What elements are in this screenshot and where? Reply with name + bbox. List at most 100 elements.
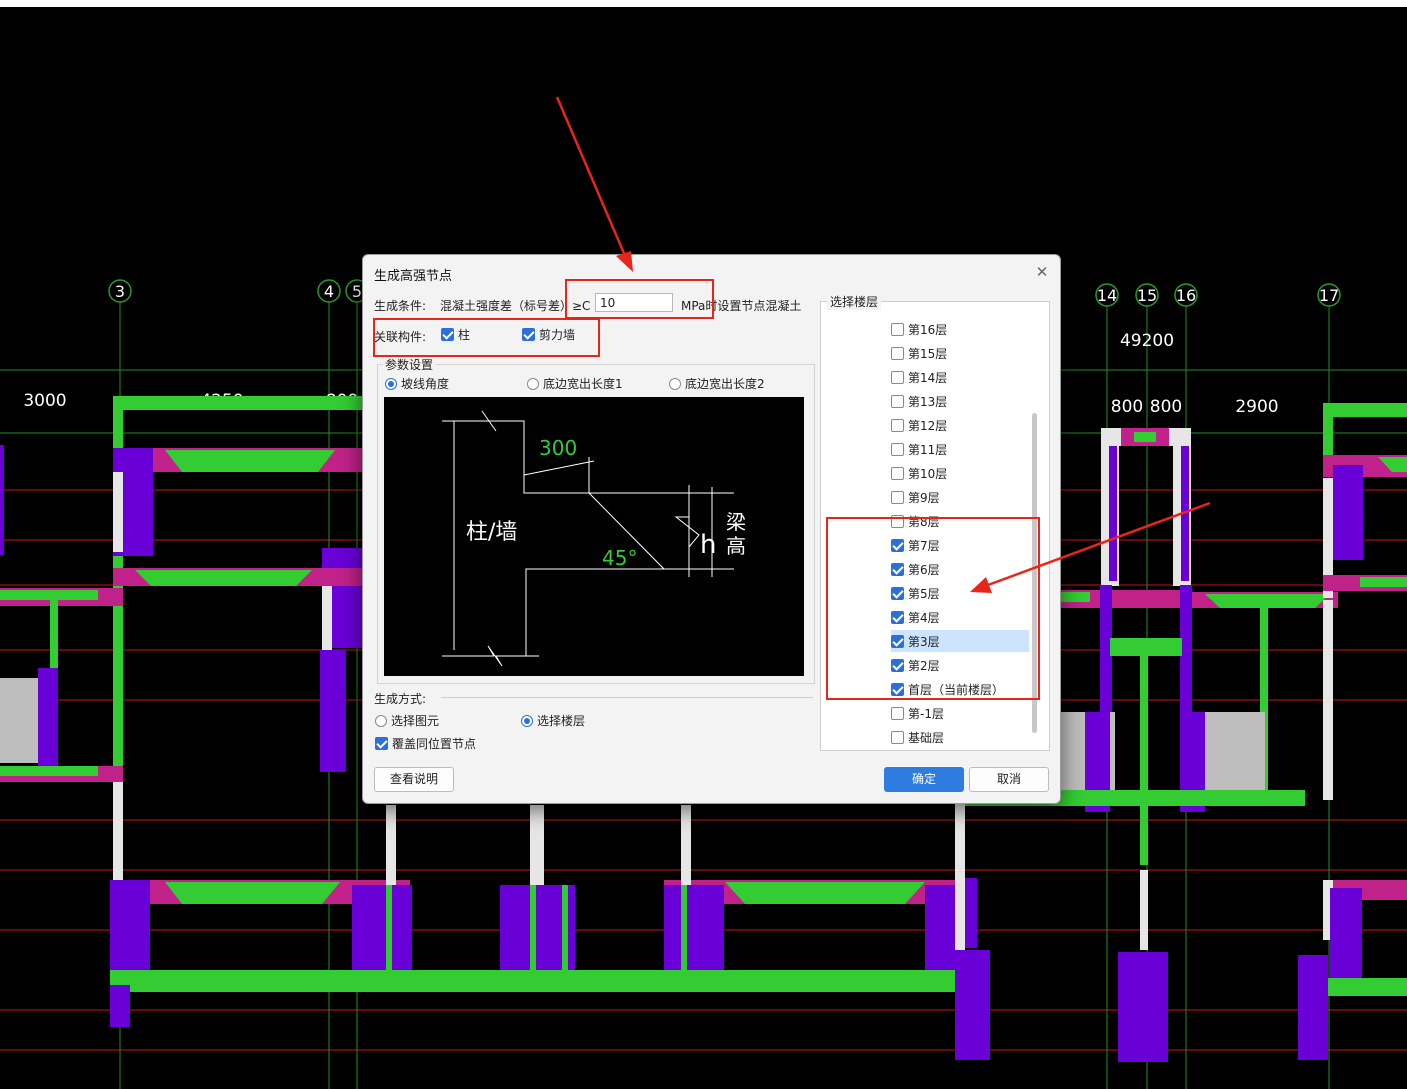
param-option-label: 底边宽出长度1 [543, 377, 623, 391]
radio-selected-icon [385, 377, 397, 390]
dimension-text: 49200 [1120, 331, 1174, 351]
axis-label: 14 [1097, 286, 1117, 305]
checkbox-checked-icon [522, 328, 535, 341]
cover-same-position-checkbox[interactable]: 覆盖同位置节点 [375, 735, 476, 752]
related-shearwall-checkbox[interactable]: 剪力墙 [522, 326, 575, 343]
dialog-title: 生成高强节点 [374, 269, 453, 284]
condition-label: 生成条件: [374, 299, 427, 313]
radio-unselected-icon [375, 714, 387, 727]
floor-item-label: 第16层 [908, 322, 948, 337]
radio-unselected-icon [527, 377, 539, 390]
dimension-text: 2900 [1235, 397, 1278, 417]
method-select-element[interactable]: 选择图元 [375, 712, 439, 729]
param-option-width2[interactable]: 底边宽出长度2 [669, 375, 765, 392]
related-shearwall-label: 剪力墙 [539, 328, 576, 342]
related-components-label: 关联构件: [374, 330, 427, 344]
floor-item[interactable]: 第16层 [891, 318, 1029, 340]
checkbox-unchecked-icon [891, 731, 904, 744]
condition-suffix: MPa时设置节点混凝土 [681, 299, 802, 313]
dimension-text: 800 [1150, 397, 1182, 417]
method-label: 生成方式: [374, 692, 427, 706]
related-column-checkbox[interactable]: 柱 [441, 326, 470, 343]
floor-item-label: 第13层 [908, 394, 948, 409]
related-column-label: 柱 [458, 328, 471, 342]
floor-item[interactable]: 首层（当前楼层） [891, 678, 1029, 700]
floor-item[interactable]: 第3层 [891, 630, 1029, 652]
floor-item[interactable]: 第-1层 [891, 702, 1029, 724]
node-parameter-diagram: 300 45° 柱/墙 h 梁 高 [384, 397, 804, 676]
floor-item-label: 第2层 [908, 658, 940, 673]
checkbox-unchecked-icon [891, 707, 904, 720]
method-select-floor[interactable]: 选择楼层 [521, 712, 585, 729]
floor-item[interactable]: 第14层 [891, 366, 1029, 388]
floor-item[interactable]: 第5层 [891, 582, 1029, 604]
axis-label: 4 [324, 282, 334, 301]
checkbox-checked-icon [891, 563, 904, 576]
floor-item-label: 第5层 [908, 586, 940, 601]
floor-item-label: 第11层 [908, 442, 948, 457]
diagram-column-wall: 柱/墙 [466, 520, 517, 545]
floor-item[interactable]: 第8层 [891, 510, 1029, 532]
axis-label: 17 [1319, 286, 1339, 305]
floor-item-label: 第15层 [908, 346, 948, 361]
strength-diff-input[interactable] [595, 293, 673, 312]
cancel-button[interactable]: 取消 [969, 767, 1049, 792]
method-option-label: 选择图元 [391, 714, 440, 728]
param-option-width1[interactable]: 底边宽出长度1 [527, 375, 623, 392]
checkbox-unchecked-icon [891, 443, 904, 456]
floor-item-label: 第7层 [908, 538, 940, 553]
floor-item-label: 首层（当前楼层） [908, 682, 1005, 697]
checkbox-unchecked-icon [891, 395, 904, 408]
checkbox-unchecked-icon [891, 323, 904, 336]
param-option-slope-angle[interactable]: 坡线角度 [385, 375, 449, 392]
floor-item[interactable]: 第11层 [891, 438, 1029, 460]
floor-item[interactable]: 第9层 [891, 486, 1029, 508]
floor-item-label: 第12层 [908, 418, 948, 433]
floor-item-label: 第4层 [908, 610, 940, 625]
ok-button[interactable]: 确定 [884, 767, 964, 792]
axis-label: 15 [1137, 286, 1157, 305]
checkbox-unchecked-icon [891, 491, 904, 504]
axis-label: 3 [115, 282, 125, 301]
floor-item[interactable]: 第2层 [891, 654, 1029, 676]
floor-item[interactable]: 第6层 [891, 558, 1029, 580]
axis-label: 16 [1176, 286, 1196, 305]
floor-list[interactable]: 第16层第15层第14层第13层第12层第11层第10层第9层第8层第7层第6层… [820, 301, 1050, 751]
param-option-label: 坡线角度 [401, 377, 450, 391]
dimension-text: 800 [1111, 397, 1143, 417]
floor-item[interactable]: 第7层 [891, 534, 1029, 556]
diagram-angle-45: 45° [602, 546, 637, 570]
checkbox-checked-icon [375, 737, 388, 750]
floor-item[interactable]: 第10层 [891, 462, 1029, 484]
checkbox-checked-icon [891, 539, 904, 552]
floor-item[interactable]: 第15层 [891, 342, 1029, 364]
floor-item-label: 第14层 [908, 370, 948, 385]
params-label: 参数设置 [383, 356, 436, 373]
floor-item-label: 第9层 [908, 490, 940, 505]
floor-item[interactable]: 第13层 [891, 390, 1029, 412]
checkbox-unchecked-icon [891, 515, 904, 528]
floor-item[interactable]: 第4层 [891, 606, 1029, 628]
checkbox-unchecked-icon [891, 371, 904, 384]
floor-item[interactable]: 基础层 [891, 726, 1029, 748]
checkbox-checked-icon [441, 328, 454, 341]
diagram-beam-height-2: 高 [726, 534, 746, 558]
checkbox-checked-icon [891, 587, 904, 600]
floor-list-scrollbar[interactable] [1032, 413, 1037, 733]
diagram-h: h [700, 530, 716, 560]
floor-item-label: 第6层 [908, 562, 940, 577]
floor-label: 选择楼层 [827, 293, 882, 310]
view-help-button[interactable]: 查看说明 [374, 767, 454, 792]
floor-item-label: 第-1层 [908, 706, 944, 721]
method-option-label: 选择楼层 [537, 714, 586, 728]
generate-high-strength-node-dialog: 生成高强节点 ✕ 生成条件: 混凝土强度差（标号差）≥C MPa时设置节点混凝土… [362, 254, 1061, 804]
floor-item-label: 基础层 [908, 730, 945, 745]
radio-unselected-icon [669, 377, 681, 390]
param-option-label: 底边宽出长度2 [685, 377, 765, 391]
radio-selected-icon [521, 714, 533, 727]
floor-item[interactable]: 第12层 [891, 414, 1029, 436]
diagram-beam-height-1: 梁 [726, 510, 746, 534]
checkbox-checked-icon [891, 611, 904, 624]
cover-same-label: 覆盖同位置节点 [392, 737, 477, 751]
close-icon[interactable]: ✕ [1031, 261, 1053, 283]
